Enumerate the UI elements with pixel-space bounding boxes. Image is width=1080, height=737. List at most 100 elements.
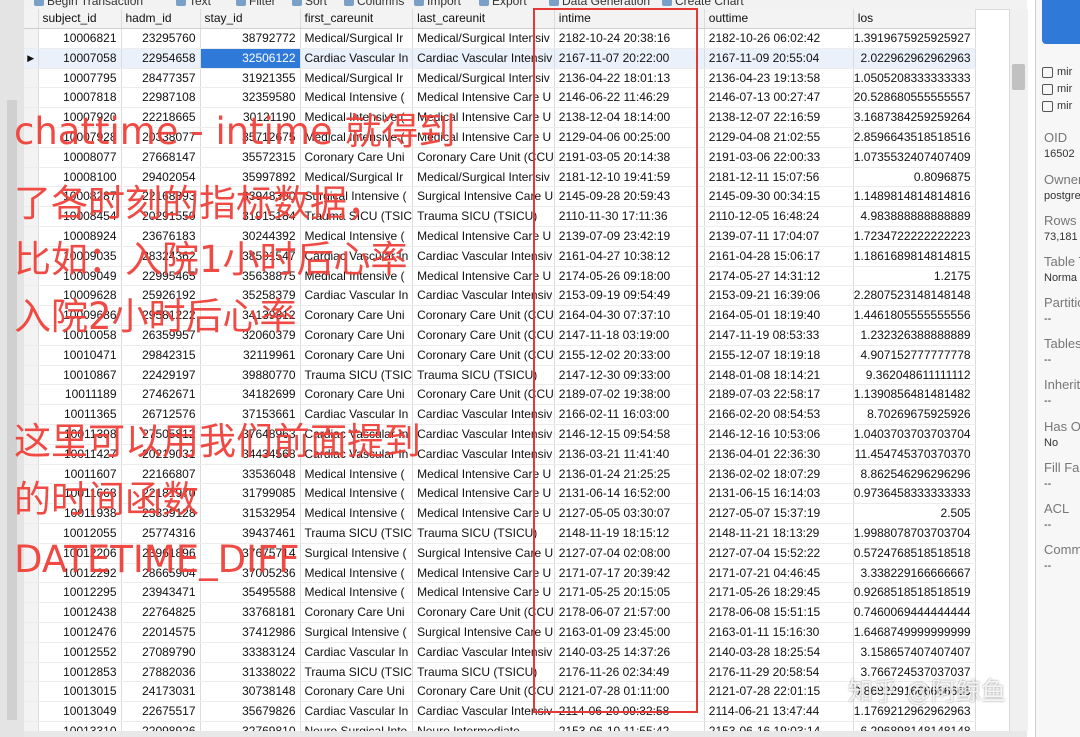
- table-cell-hadm-id[interactable]: 29842315: [121, 345, 201, 366]
- table-cell-stay-id[interactable]: 34434568: [200, 444, 301, 465]
- table-cell-hadm-id[interactable]: 29402054: [121, 167, 201, 188]
- row-marker[interactable]: [24, 28, 39, 49]
- table-cell-stay-id[interactable]: 31799085: [200, 483, 301, 505]
- table-cell-intime[interactable]: 2176-11-26 02:34:49: [554, 662, 705, 683]
- table-cell-subject-id[interactable]: 10007795: [38, 68, 122, 89]
- table-cell-outtime[interactable]: 2171-07-21 04:46:45: [704, 563, 854, 584]
- table-cell-los[interactable]: 0.8682291666666666: [853, 681, 976, 703]
- table-cell-stay-id[interactable]: 35997892: [200, 167, 301, 188]
- table-cell-stay-id[interactable]: 30244392: [200, 226, 301, 247]
- row-marker[interactable]: [24, 87, 39, 109]
- row-marker[interactable]: [24, 107, 39, 128]
- table-cell-hadm-id[interactable]: 27462671: [121, 384, 201, 406]
- table-cell-stay-id[interactable]: 35572315: [200, 147, 301, 168]
- row-marker[interactable]: [24, 424, 39, 445]
- table-cell-stay-id[interactable]: 32359580: [200, 87, 301, 109]
- table-cell-first-careunit[interactable]: Medical/Surgical Ir: [300, 167, 414, 188]
- table-cell-hadm-id[interactable]: 23339128: [121, 503, 201, 524]
- table-cell-hadm-id[interactable]: 22181970: [121, 483, 201, 505]
- table-row[interactable]: 10007920 22218665 30121190 Medical Intensiv…: [24, 107, 976, 128]
- table-cell-outtime[interactable]: 2138-12-07 22:16:59: [704, 107, 854, 128]
- table-cell-hadm-id[interactable]: 27505812: [121, 424, 201, 445]
- table-cell-intime[interactable]: 2166-02-11 16:03:00: [554, 404, 705, 425]
- table-cell-intime[interactable]: 2147-11-18 03:19:00: [554, 325, 705, 346]
- table-cell-hadm-id[interactable]: 22954658: [121, 48, 201, 69]
- table-cell-stay-id[interactable]: 38792772: [200, 28, 301, 49]
- table-cell-last-careunit[interactable]: Trauma SICU (TSICU): [412, 523, 555, 544]
- row-marker[interactable]: [24, 602, 39, 623]
- table-cell-outtime[interactable]: 2146-07-13 00:27:47: [704, 87, 854, 109]
- table-cell-los[interactable]: 3.1687384259259264: [853, 107, 976, 128]
- table-cell-first-careunit[interactable]: Cardiac Vascular In: [300, 285, 414, 307]
- table-cell-last-careunit[interactable]: Coronary Care Unit (CCU: [412, 681, 555, 703]
- table-cell-outtime[interactable]: 2148-01-08 18:14:21: [704, 365, 854, 386]
- table-cell-outtime[interactable]: 2140-03-28 18:25:54: [704, 642, 854, 663]
- table-cell-last-careunit[interactable]: Medical Intensive Care U: [412, 107, 555, 128]
- row-marker[interactable]: [24, 701, 39, 722]
- table-cell-first-careunit[interactable]: Coronary Care Uni: [300, 325, 414, 346]
- table-cell-outtime[interactable]: 2136-02-02 18:07:29: [704, 464, 854, 485]
- table-cell-first-careunit[interactable]: Medical Intensive (: [300, 127, 414, 148]
- table-cell-intime[interactable]: 2171-07-17 20:39:42: [554, 563, 705, 584]
- table-cell-los[interactable]: 2.2807523148148148: [853, 285, 976, 307]
- table-row[interactable]: 10011668 22181970 31799085 Medical Intensiv…: [24, 483, 976, 505]
- table-cell-intime[interactable]: 2136-01-24 21:25:25: [554, 464, 705, 485]
- table-cell-hadm-id[interactable]: 28477357: [121, 68, 201, 89]
- table-cell-stay-id[interactable]: 31921355: [200, 68, 301, 89]
- table-cell-last-careunit[interactable]: Medical Intensive Care U: [412, 127, 555, 148]
- table-cell-outtime[interactable]: 2129-04-08 21:02:55: [704, 127, 854, 148]
- table-cell-los[interactable]: 2.8596643518518516: [853, 127, 976, 148]
- table-row[interactable]: 10011607 22166807 33536048 Medical Intensiv…: [24, 464, 976, 485]
- table-cell-first-careunit[interactable]: Medical Intensive (: [300, 503, 414, 524]
- table-cell-stay-id[interactable]: 32119961: [200, 345, 301, 366]
- table-cell-last-careunit[interactable]: Cardiac Vascular Intensiv: [412, 404, 555, 425]
- table-cell-los[interactable]: 3.766724537037037: [853, 662, 976, 683]
- table-cell-outtime[interactable]: 2171-05-26 18:29:45: [704, 582, 854, 604]
- table-cell-last-careunit[interactable]: Medical Intensive Care U: [412, 483, 555, 505]
- table-cell-hadm-id[interactable]: 22014575: [121, 622, 201, 643]
- table-cell-los[interactable]: 3.338229166666667: [853, 563, 976, 584]
- table-cell-los[interactable]: 8.70269675925926: [853, 404, 976, 425]
- scrollbar-thumb[interactable]: [1012, 64, 1025, 90]
- table-cell-intime[interactable]: 2147-12-30 09:33:00: [554, 365, 705, 386]
- table-cell-first-careunit[interactable]: Medical/Surgical Ir: [300, 28, 414, 49]
- table-cell-hadm-id[interactable]: 28324362: [121, 246, 201, 267]
- table-cell-intime[interactable]: 2136-04-22 18:01:13: [554, 68, 705, 89]
- table-cell-first-careunit[interactable]: Cardiac Vascular In: [300, 246, 414, 267]
- filter-button[interactable]: Filter: [236, 0, 276, 8]
- table-row[interactable]: 10011938 23339128 31532954 Medical Intensiv…: [24, 503, 976, 524]
- table-cell-first-careunit[interactable]: Surgical Intensive (: [300, 186, 414, 208]
- table-cell-stay-id[interactable]: 31915184: [200, 206, 301, 227]
- table-cell-subject-id[interactable]: 10012853: [38, 662, 122, 683]
- table-cell-intime[interactable]: 2182-10-24 20:38:16: [554, 28, 705, 49]
- table-cell-los[interactable]: 1.1861689814814815: [853, 246, 976, 267]
- table-cell-last-careunit[interactable]: Medical Intensive Care U: [412, 582, 555, 604]
- table-cell-subject-id[interactable]: 10011189: [38, 384, 122, 406]
- table-cell-last-careunit[interactable]: Medical/Surgical Intensiv: [412, 68, 555, 89]
- table-cell-last-careunit[interactable]: Medical Intensive Care U: [412, 563, 555, 584]
- table-row[interactable]: 10012438 22764825 33768181 Coronary Care Un…: [24, 602, 976, 623]
- table-cell-last-careunit[interactable]: Cardiac Vascular Intensiv: [412, 285, 555, 307]
- table-row[interactable]: 10012853 27882036 31338022 Trauma SICU (TSI…: [24, 662, 976, 683]
- table-cell-last-careunit[interactable]: Cardiac Vascular Intensiv: [412, 48, 555, 69]
- table-cell-first-careunit[interactable]: Medical/Surgical Ir: [300, 68, 414, 89]
- table-cell-intime[interactable]: 2171-05-25 20:15:05: [554, 582, 705, 604]
- table-cell-hadm-id[interactable]: 22987108: [121, 87, 201, 109]
- table-cell-subject-id[interactable]: 10011938: [38, 503, 122, 524]
- table-cell-outtime[interactable]: 2136-04-23 19:13:58: [704, 68, 854, 89]
- table-cell-first-careunit[interactable]: Surgical Intensive (: [300, 622, 414, 643]
- export-button[interactable]: Export: [479, 0, 527, 8]
- table-cell-intime[interactable]: 2114-06-20 09:32:58: [554, 701, 705, 722]
- table-cell-stay-id[interactable]: 35712675: [200, 127, 301, 148]
- table-cell-intime[interactable]: 2178-06-07 21:57:00: [554, 602, 705, 623]
- table-row[interactable]: 10012552 27089790 33383124 Cardiac Vascular…: [24, 642, 976, 663]
- row-marker[interactable]: [24, 384, 39, 406]
- table-row[interactable]: 10011427 20219031 34434568 Cardiac Vascular…: [24, 444, 976, 465]
- row-marker[interactable]: [24, 404, 39, 425]
- table-cell-last-careunit[interactable]: Medical Intensive Care U: [412, 464, 555, 485]
- table-row[interactable]: ▶ 10007058 22954658 32506122 Cardiac Vascula…: [24, 48, 976, 69]
- table-cell-first-careunit[interactable]: Trauma SICU (TSIC: [300, 662, 414, 683]
- table-cell-intime[interactable]: 2167-11-07 20:22:00: [554, 48, 705, 69]
- table-cell-outtime[interactable]: 2139-07-11 17:04:07: [704, 226, 854, 247]
- table-cell-first-careunit[interactable]: Cardiac Vascular In: [300, 642, 414, 663]
